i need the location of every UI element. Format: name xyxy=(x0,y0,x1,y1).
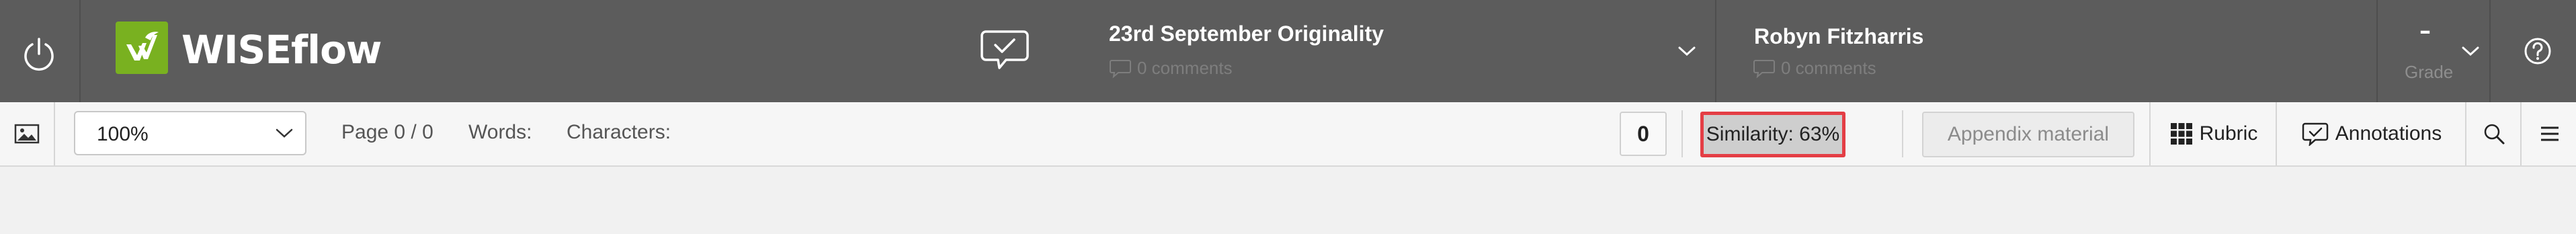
assignment-comments[interactable]: 0 comments xyxy=(1109,58,1233,79)
similarity-button[interactable]: Similarity: 63% xyxy=(1700,112,1845,157)
image-icon xyxy=(14,124,40,144)
rubric-button[interactable]: Rubric xyxy=(2149,102,2277,165)
image-view-button[interactable] xyxy=(0,102,55,165)
wiseflow-logo-icon xyxy=(116,22,168,74)
comment-icon xyxy=(1753,59,1775,79)
comment-icon xyxy=(1110,59,1131,79)
grade-dropdown-button[interactable] xyxy=(2458,39,2483,63)
words-label: Words: xyxy=(468,121,532,143)
header-divider xyxy=(79,0,81,102)
appendix-material-button[interactable]: Appendix material xyxy=(1922,112,2134,157)
zoom-select[interactable]: 100% xyxy=(74,111,306,155)
annotations-label: Annotations xyxy=(2335,122,2442,145)
candidate-name[interactable]: Robyn Fitzharris xyxy=(1754,24,1923,49)
header-divider xyxy=(2489,0,2491,102)
document-toolbar: 100% Page 0 / 0 Words: Characters: 0 Sim… xyxy=(0,102,2576,167)
annotations-button[interactable]: Annotations xyxy=(2276,102,2466,165)
characters-label: Characters: xyxy=(567,121,671,143)
power-button[interactable] xyxy=(15,30,63,78)
candidate-comments-label: 0 comments xyxy=(1781,58,1876,78)
grid-icon xyxy=(2170,123,2192,145)
menu-button[interactable] xyxy=(2520,102,2576,165)
page-indicator: Page 0 / 0 xyxy=(341,121,433,143)
chat-check-icon xyxy=(981,30,1029,69)
help-icon xyxy=(2524,38,2551,65)
app-logo-text: WISEflow xyxy=(181,27,382,73)
chevron-down-icon xyxy=(2462,46,2479,56)
search-icon xyxy=(2484,124,2505,145)
assignment-title[interactable]: 23rd September Originality xyxy=(1109,22,1384,46)
count-badge[interactable]: 0 xyxy=(1620,112,1667,156)
candidate-comments[interactable]: 0 comments xyxy=(1753,58,1876,79)
chat-button[interactable] xyxy=(974,23,1035,77)
zoom-value: 100% xyxy=(97,123,149,145)
power-icon xyxy=(24,38,54,71)
grade-value: – xyxy=(2419,17,2431,44)
rubric-label: Rubric xyxy=(2199,122,2258,145)
hamburger-menu-icon xyxy=(2540,126,2559,141)
annotation-icon xyxy=(2302,122,2329,146)
grade-selector[interactable]: – Grade xyxy=(2376,0,2489,102)
toolbar-divider xyxy=(1902,110,1903,157)
toolbar-divider xyxy=(1681,110,1683,157)
help-button[interactable] xyxy=(2520,34,2555,69)
search-button[interactable] xyxy=(2465,102,2522,165)
top-header: WISEflow 23rd September Originality 0 co… xyxy=(0,0,2576,102)
chevron-down-icon xyxy=(273,122,296,145)
assignment-comments-label: 0 comments xyxy=(1137,58,1233,78)
assignment-dropdown-button[interactable] xyxy=(1675,39,1699,63)
chevron-down-icon xyxy=(1678,46,1696,56)
grade-label: Grade xyxy=(2405,62,2454,82)
header-divider xyxy=(1715,0,1716,102)
